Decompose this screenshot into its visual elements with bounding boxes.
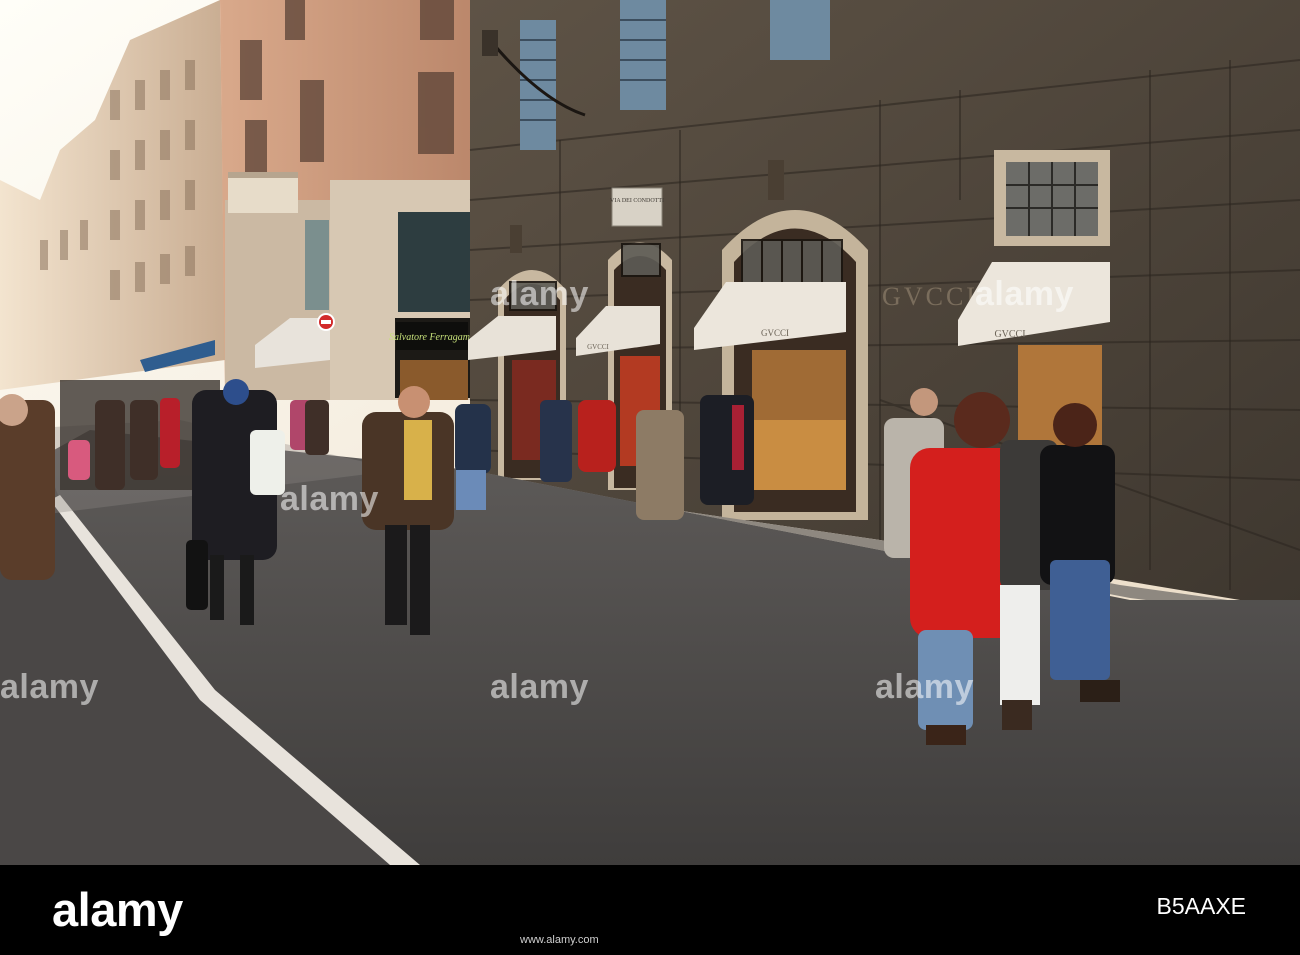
footer-bar bbox=[0, 865, 1300, 955]
footer-reference[interactable]: www.alamy.com bbox=[520, 934, 599, 946]
gucci-facade-engraving: GVCCI bbox=[882, 282, 978, 311]
watermark-text: alamy bbox=[875, 668, 974, 706]
watermark-text: alamy bbox=[0, 668, 99, 706]
watermark-text: alamy bbox=[280, 480, 379, 518]
watermark-text: alamy bbox=[490, 275, 589, 313]
brand-logo[interactable]: alamy bbox=[52, 882, 183, 937]
ferragamo-sign: Salvatore Ferragamo bbox=[389, 332, 475, 343]
gucci-awning-2: GVCCI bbox=[587, 343, 609, 351]
watermark-text: alamy bbox=[975, 275, 1074, 313]
watermark-text: alamy bbox=[490, 668, 589, 706]
street-sign: VIA DEI CONDOTTI bbox=[610, 198, 664, 204]
gucci-awning-1: GVCCI bbox=[761, 328, 789, 338]
gucci-awning-3: GVCCI bbox=[994, 329, 1025, 340]
image-code: B5AAXE bbox=[1156, 893, 1247, 919]
street-photo: Salvatore Ferragamo VIA DEI CONDOTTI GVC… bbox=[0, 0, 1300, 865]
